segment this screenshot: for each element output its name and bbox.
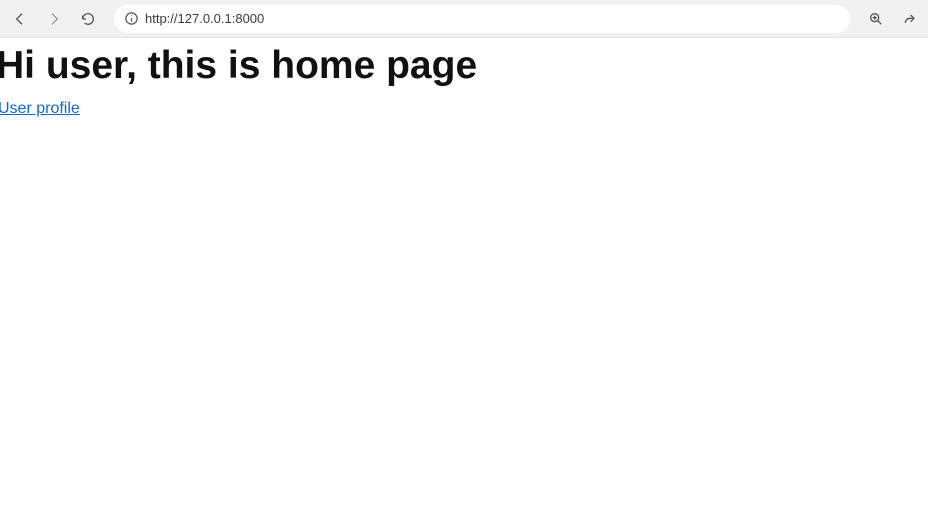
site-info-button[interactable] [124,11,139,26]
toolbar-actions [864,7,922,31]
url-text: http://127.0.0.1:8000 [145,11,264,26]
address-bar[interactable]: http://127.0.0.1:8000 [114,5,850,33]
share-button[interactable] [898,7,922,31]
reload-button[interactable] [74,5,102,33]
page-title: Hi user, this is home page [0,44,928,88]
browser-toolbar: http://127.0.0.1:8000 [0,0,928,38]
forward-arrow-icon [46,11,62,27]
share-icon [902,11,918,27]
back-button[interactable] [6,5,34,33]
reload-icon [80,11,96,27]
info-icon [124,11,139,26]
user-profile-link[interactable]: User profile [0,100,80,118]
zoom-icon [868,11,884,27]
back-arrow-icon [12,11,28,27]
page-content: Hi user, this is home page User profile [0,44,928,118]
zoom-button[interactable] [864,7,888,31]
forward-button[interactable] [40,5,68,33]
